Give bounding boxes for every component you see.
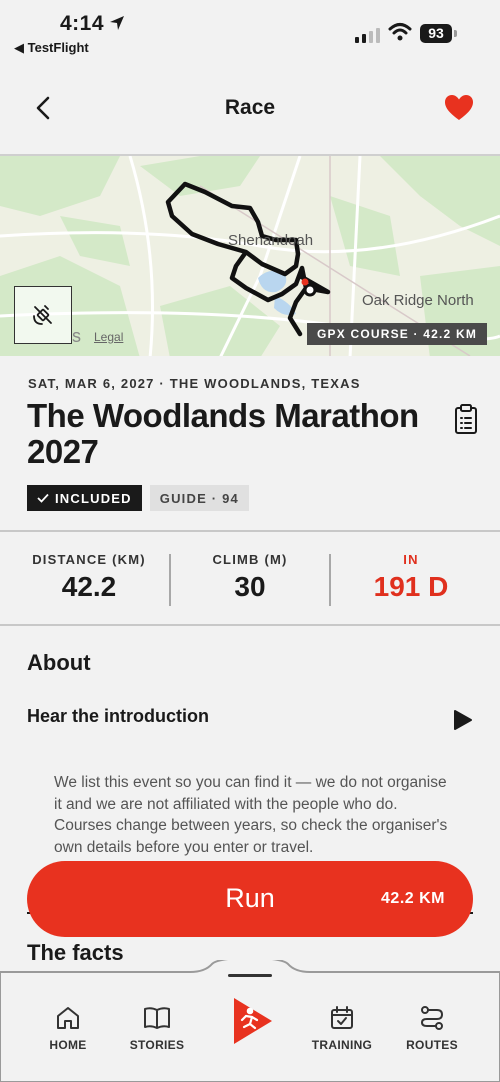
stat-climb: CLIMB (M) 30 — [167, 532, 333, 624]
check-icon — [37, 493, 49, 503]
tab-routes-label: ROUTES — [406, 1038, 458, 1052]
hear-introduction-row[interactable]: Hear the introduction — [27, 706, 473, 734]
clipboard-icon[interactable] — [452, 403, 480, 435]
map-label-oak-ridge-north: Oak Ridge North — [362, 292, 474, 309]
tab-home[interactable]: HOME — [30, 1004, 106, 1052]
tab-stories[interactable]: STORIES — [119, 1004, 195, 1052]
sheet-drag-handle[interactable] — [228, 974, 272, 977]
event-date-location: SAT, MAR 6, 2027 · THE WOODLANDS, TEXAS — [28, 376, 361, 391]
stat-climb-label: CLIMB (M) — [212, 552, 288, 567]
book-icon — [144, 1007, 170, 1029]
gpx-course-badge[interactable]: GPX COURSE · 42.2 KM — [307, 323, 487, 345]
bottom-tab-bar: HOME STORIES TRAINING ROUTES — [0, 960, 500, 1082]
about-heading: About — [27, 650, 91, 675]
tab-home-label: HOME — [49, 1038, 87, 1052]
satellite-off-icon — [33, 305, 52, 325]
favorite-heart-icon[interactable] — [444, 94, 474, 122]
run-button[interactable]: Run 42.2 KM — [27, 861, 473, 937]
map-label-shenandoah: Shenandoah — [228, 232, 314, 249]
tab-routes[interactable]: ROUTES — [394, 1004, 470, 1052]
maps-attribution: s — [72, 326, 81, 346]
battery-tip — [454, 30, 457, 37]
page-title: Race — [224, 96, 276, 119]
guide-badge[interactable]: GUIDE · 94 — [149, 485, 249, 511]
map-satellite-toggle-button[interactable] — [14, 286, 72, 344]
map-legal-link[interactable]: Legal — [94, 330, 123, 344]
calendar-check-icon — [331, 1006, 353, 1029]
event-badges: INCLUDED GUIDE · 94 — [27, 485, 249, 511]
stat-climb-value: 30 — [234, 571, 266, 602]
back-to-testflight-link[interactable]: ◀ TestFlight — [14, 40, 89, 56]
hear-introduction-label: Hear the introduction — [27, 706, 210, 726]
event-title: The Woodlands Marathon 2027 — [27, 397, 419, 470]
stat-countdown-value: 191 D — [373, 571, 449, 602]
home-icon — [57, 1007, 79, 1029]
status-time: 4:14 — [60, 12, 105, 35]
location-arrow-icon — [110, 16, 124, 30]
run-button-distance: 42.2 KM — [381, 890, 445, 907]
cellular-signal-icon — [355, 28, 380, 43]
course-map[interactable]: Shenandoah Oak Ridge North s Legal GPX C… — [0, 154, 500, 356]
included-badge-label: INCLUDED — [55, 490, 132, 506]
battery-indicator: 93 — [420, 24, 452, 43]
included-badge: INCLUDED — [27, 485, 142, 511]
route-icon — [420, 1006, 444, 1030]
stat-countdown-label: IN — [403, 552, 419, 567]
race-stats: DISTANCE (KM) 42.2 CLIMB (M) 30 IN 191 D — [0, 530, 500, 626]
stat-distance-value: 42.2 — [61, 571, 117, 602]
play-icon[interactable] — [453, 709, 473, 731]
wifi-icon — [388, 23, 412, 41]
status-bar: 4:14 ◀ TestFlight 93 — [0, 0, 500, 62]
stat-countdown: IN 191 D — [328, 532, 494, 624]
nav-header: Race — [0, 84, 500, 134]
stat-distance: DISTANCE (KM) 42.2 — [6, 532, 172, 624]
tab-training[interactable]: TRAINING — [304, 1004, 380, 1052]
tab-stories-label: STORIES — [129, 1038, 185, 1052]
about-disclaimer-text: We list this event so you can find it — … — [54, 774, 448, 856]
tab-training-label: TRAINING — [311, 1038, 373, 1052]
stat-distance-label: DISTANCE (KM) — [32, 552, 146, 567]
tab-run-logo-icon[interactable] — [228, 996, 274, 1046]
